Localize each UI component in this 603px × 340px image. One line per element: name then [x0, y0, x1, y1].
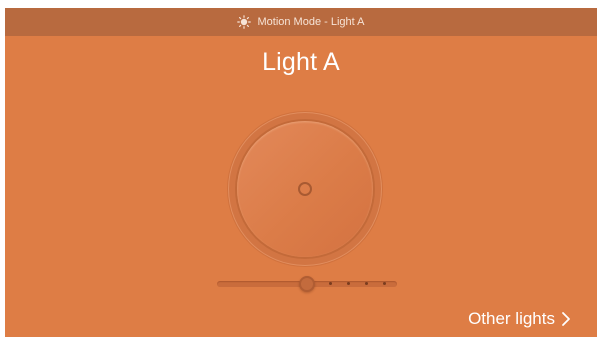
slider-step-dot — [383, 282, 386, 285]
slider-step-dot — [329, 282, 332, 285]
app-screen: Motion Mode - Light A Light A Other ligh… — [5, 8, 597, 337]
light-dial-ring — [228, 112, 382, 266]
slider-thumb[interactable] — [299, 276, 315, 292]
other-lights-label: Other lights — [468, 309, 555, 328]
light-sun-icon — [237, 15, 252, 29]
brightness-slider[interactable] — [217, 276, 397, 292]
chevron-right-icon — [561, 311, 571, 327]
slider-step-dot — [365, 282, 368, 285]
light-name-title: Light A — [262, 48, 340, 76]
other-lights-link[interactable]: Other lights — [468, 309, 571, 329]
dial-center-icon — [298, 182, 312, 196]
header-bar: Motion Mode - Light A — [5, 8, 597, 36]
header-title: Motion Mode - Light A — [257, 16, 365, 28]
slider-step-dot — [347, 282, 350, 285]
light-dial-button[interactable] — [237, 121, 373, 257]
